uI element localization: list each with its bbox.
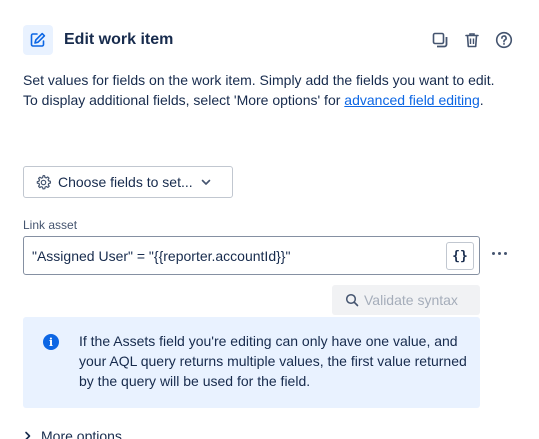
advanced-field-editing-link[interactable]: advanced field editing	[344, 92, 479, 108]
more-actions-icon[interactable]	[487, 243, 511, 263]
delete-icon[interactable]	[461, 29, 483, 51]
header-actions	[429, 29, 515, 51]
panel-title: Edit work item	[64, 31, 174, 48]
help-icon[interactable]	[493, 29, 515, 51]
description-line-2-prefix: To display additional fields, select 'Mo…	[23, 92, 345, 108]
link-asset-input[interactable]	[24, 237, 434, 274]
description-line-2-suffix: .	[479, 92, 484, 108]
link-asset-label: Link asset	[23, 218, 78, 232]
choose-fields-button[interactable]: Choose fields to set...	[23, 166, 233, 198]
chevron-right-icon	[23, 431, 33, 439]
description-line-1: Set values for fields on the work item. …	[23, 72, 495, 88]
edit-work-item-panel: Edit work item Set values for fields on …	[0, 0, 539, 439]
link-asset-field: {}	[23, 236, 480, 275]
info-message: i If the Assets field you're editing can…	[23, 317, 480, 408]
chevron-down-icon	[200, 176, 212, 188]
panel-header: Edit work item	[23, 24, 515, 56]
smart-values-button[interactable]: {}	[446, 242, 474, 270]
info-message-text: If the Assets field you're editing can o…	[79, 333, 467, 389]
more-options-toggle[interactable]: More options	[23, 428, 122, 439]
info-icon: i	[43, 334, 59, 350]
validate-syntax-label: Validate syntax	[364, 292, 458, 308]
edit-pencil-icon	[23, 25, 53, 55]
gear-icon	[35, 174, 52, 191]
search-icon	[345, 293, 359, 307]
duplicate-icon[interactable]	[429, 29, 451, 51]
more-options-label: More options	[41, 428, 122, 439]
panel-description: Set values for fields on the work item. …	[23, 70, 508, 110]
choose-fields-label: Choose fields to set...	[58, 174, 193, 190]
validate-syntax-button[interactable]: Validate syntax	[332, 285, 480, 315]
